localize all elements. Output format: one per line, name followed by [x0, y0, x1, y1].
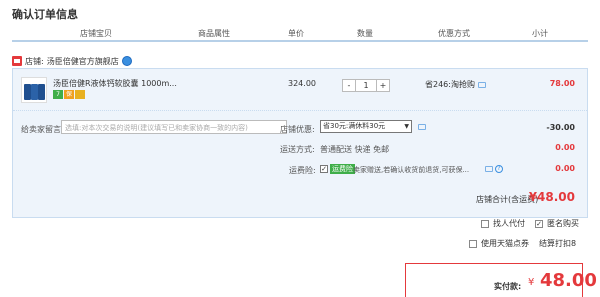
- product-thumbnail[interactable]: [21, 77, 47, 103]
- shipping-label: 运送方式:: [280, 145, 315, 154]
- message-input[interactable]: 选填:对本次交易的说明(建议填写已和卖家协商一致的内容): [61, 120, 287, 134]
- shop-row: 店铺: 汤臣倍健官方旗舰店: [12, 54, 132, 68]
- chat-seller-icon[interactable]: [121, 56, 132, 66]
- tmall-points-checkbox[interactable]: [469, 239, 477, 248]
- shop-discount-info-icon[interactable]: [418, 124, 426, 130]
- shop-discount-select[interactable]: 省30元:满休料30元: [320, 120, 412, 133]
- quantity-stepper: - 1 +: [342, 79, 390, 92]
- page-title: 确认订单信息: [12, 8, 78, 21]
- payment-amount: 48.00: [540, 270, 597, 291]
- shop-discount-value: -30.00: [546, 123, 575, 132]
- proxy-pay-option[interactable]: 找人代付: [481, 218, 525, 229]
- decrease-qty-button[interactable]: -: [343, 80, 355, 91]
- col-header-item: 店铺宝贝: [80, 29, 112, 38]
- proxy-pay-label: 找人代付: [493, 219, 525, 228]
- guarantee-icon: 保: [64, 90, 74, 99]
- tmall-points-label: 使用天猫点券: [481, 239, 529, 248]
- shop-label: 店铺:: [25, 56, 44, 66]
- quantity-input[interactable]: 1: [355, 80, 377, 91]
- anonymous-option[interactable]: ✓ 匿名购买: [535, 218, 579, 229]
- shipping-method: 普通配送 快递 免邮: [320, 145, 390, 154]
- anonymous-label: 匿名购买: [547, 219, 579, 228]
- item-discount-text: 省246:淘抢购: [425, 80, 475, 89]
- increase-qty-button[interactable]: +: [377, 80, 389, 91]
- unit-price: 324.00: [288, 79, 316, 88]
- table-header: 店铺宝贝 商品属性 单价 数量 优惠方式 小计: [12, 24, 588, 42]
- help-icon[interactable]: ?: [495, 165, 503, 173]
- shop-icon: [12, 56, 22, 66]
- product-name-link[interactable]: 汤臣倍健R液体钙软胶囊 1000m...: [53, 78, 177, 89]
- order-box: 汤臣倍健R液体钙软胶囊 1000m... 7 保 324.00 - 1 + 省2…: [12, 68, 588, 218]
- settle-label: 结算打扣8: [539, 239, 577, 248]
- tmall-points-option[interactable]: 使用天猫点券: [469, 238, 529, 249]
- insurance-checkbox[interactable]: ✓: [320, 165, 328, 173]
- message-label: 给卖家留言:: [21, 125, 64, 134]
- payment-box: 实付款: ¥ 48.00: [405, 263, 597, 297]
- shop-discount-label: 店铺优惠:: [280, 125, 315, 134]
- col-header-discount: 优惠方式: [438, 29, 470, 38]
- insurance-label: 运费险:: [289, 166, 316, 175]
- col-header-attr: 商品属性: [198, 29, 230, 38]
- settle-text: 结算打扣8: [539, 238, 576, 249]
- payment-label: 实付款:: [494, 282, 522, 291]
- col-header-subtotal: 小计: [532, 29, 548, 38]
- shipping-value: 0.00: [555, 143, 575, 152]
- seven-day-return-icon: 7: [53, 90, 63, 99]
- payment-currency: ¥: [528, 277, 535, 288]
- insurance-info-icon[interactable]: [485, 166, 493, 172]
- item-subtotal: 78.00: [549, 79, 575, 88]
- anonymous-checkbox[interactable]: ✓: [535, 219, 543, 228]
- insurance-value: 0.00: [555, 164, 575, 173]
- insurance-text: 卖家赠送,若确认收货前退货,可获保...: [353, 166, 470, 174]
- shop-name-link[interactable]: 汤臣倍健官方旗舰店: [47, 56, 119, 67]
- item-discount: 省246:淘抢购: [425, 79, 486, 90]
- shop-total-value: ¥48.00: [528, 190, 575, 204]
- col-header-qty: 数量: [357, 29, 373, 38]
- product-row: 汤臣倍健R液体钙软胶囊 1000m... 7 保 324.00 - 1 + 省2…: [13, 69, 587, 111]
- insurance-tag: 运费险: [330, 164, 355, 174]
- credit-card-icon: [75, 90, 85, 99]
- service-badges: 7 保: [53, 90, 85, 99]
- proxy-pay-checkbox[interactable]: [481, 219, 489, 228]
- discount-info-icon[interactable]: [477, 81, 486, 88]
- col-header-price: 单价: [288, 29, 304, 38]
